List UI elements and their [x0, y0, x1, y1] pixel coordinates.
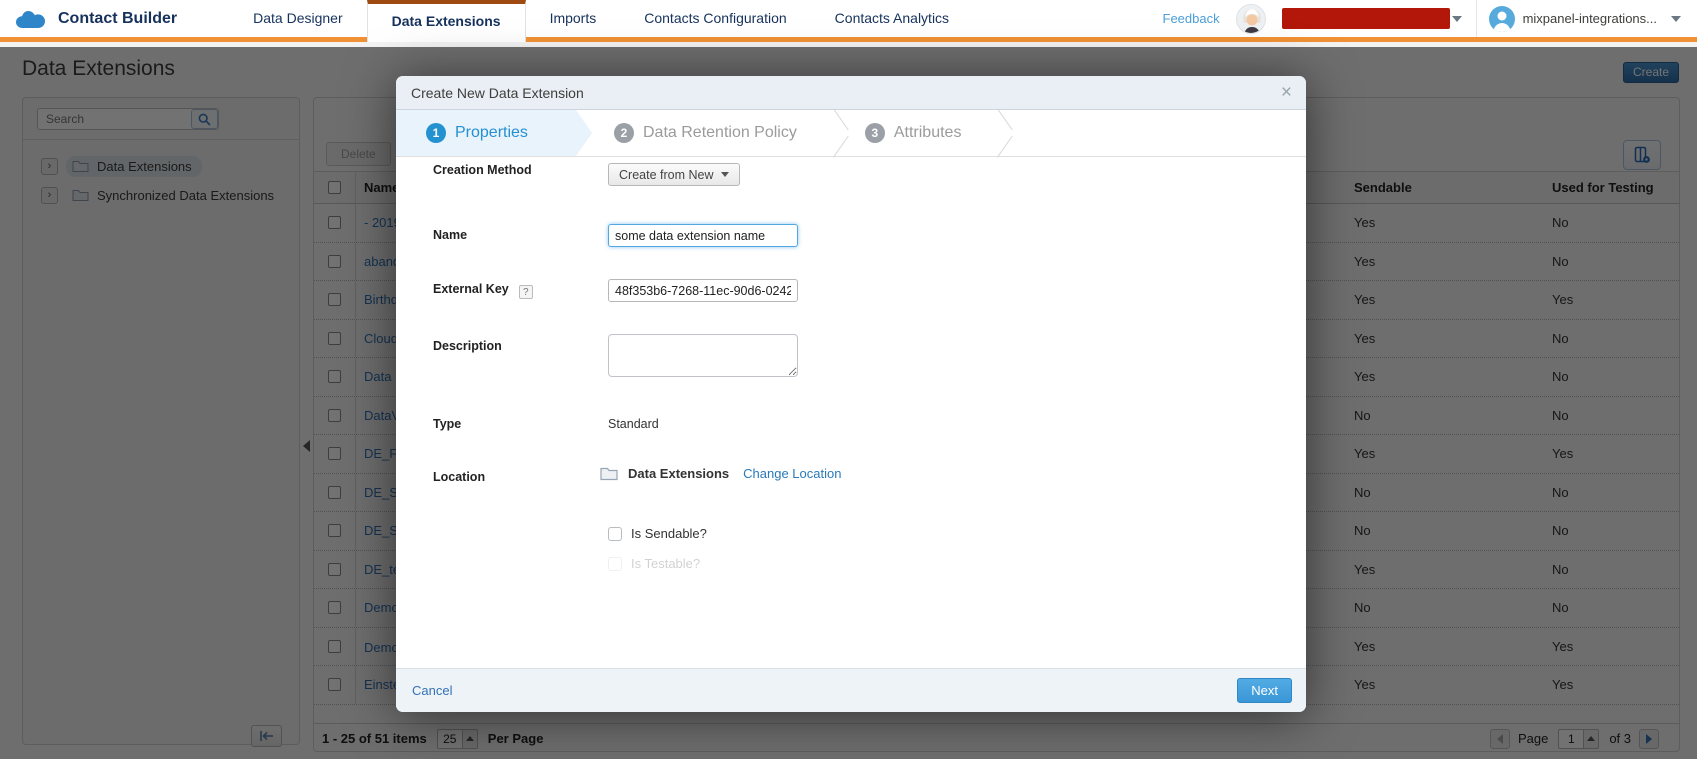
location-row: Data Extensions Change Location: [600, 466, 841, 481]
step-number-badge: 1: [426, 123, 446, 143]
step-attributes[interactable]: 3 Attributes: [843, 110, 990, 156]
nav-item-data-designer[interactable]: Data Designer: [229, 0, 367, 37]
step-label: Properties: [455, 124, 528, 142]
nav-right-cluster: Feedback mixpanel-integrations...: [1163, 0, 1697, 37]
is-testable-checkbox: [608, 557, 622, 571]
top-nav: Contact Builder Data Designer Data Exten…: [0, 0, 1697, 42]
description-label: Description: [433, 339, 502, 353]
redacted-account-badge[interactable]: [1282, 8, 1450, 29]
is-testable-row: Is Testable?: [608, 556, 700, 571]
step-label: Data Retention Policy: [643, 124, 797, 142]
description-textarea[interactable]: [608, 334, 798, 377]
nav-item-contacts-configuration[interactable]: Contacts Configuration: [620, 0, 810, 37]
next-button[interactable]: Next: [1237, 678, 1292, 703]
is-sendable-row: Is Sendable?: [608, 526, 707, 541]
user-avatar-icon[interactable]: [1489, 6, 1515, 32]
creation-method-label: Creation Method: [433, 163, 532, 177]
close-icon[interactable]: ×: [1281, 83, 1292, 102]
name-input[interactable]: [608, 224, 798, 247]
external-key-label-text: External Key: [433, 282, 509, 296]
help-icon[interactable]: ?: [519, 285, 533, 299]
nav-item-data-extensions[interactable]: Data Extensions: [367, 0, 526, 42]
external-key-label: External Key?: [433, 282, 533, 299]
step-number-badge: 2: [614, 123, 634, 143]
wizard-steps: 1 Properties 2 Data Retention Policy 3 A…: [396, 110, 1306, 157]
folder-icon: [600, 467, 618, 481]
type-label: Type: [433, 417, 461, 431]
app-title: Contact Builder: [58, 10, 177, 28]
modal-title: Create New Data Extension: [411, 85, 584, 101]
external-key-input[interactable]: [608, 279, 798, 302]
create-data-extension-modal: Create New Data Extension × 1 Properties…: [396, 76, 1306, 712]
feedback-link[interactable]: Feedback: [1163, 11, 1220, 26]
creation-method-dropdown[interactable]: Create from New: [608, 163, 740, 186]
einstein-avatar[interactable]: [1236, 4, 1266, 34]
nav-item-imports[interactable]: Imports: [526, 0, 621, 37]
type-value: Standard: [608, 417, 659, 431]
modal-header: Create New Data Extension ×: [396, 76, 1306, 110]
step-data-retention-policy[interactable]: 2 Data Retention Policy: [592, 110, 825, 156]
creation-method-value: Create from New: [619, 168, 713, 182]
step-chevron-divider: [825, 110, 843, 156]
brand: Contact Builder: [14, 7, 177, 31]
account-caret-icon[interactable]: [1452, 16, 1462, 22]
cancel-link[interactable]: Cancel: [412, 683, 452, 698]
name-label: Name: [433, 228, 467, 242]
nav-item-contacts-analytics[interactable]: Contacts Analytics: [811, 0, 973, 37]
step-label: Attributes: [894, 124, 962, 142]
location-label: Location: [433, 470, 485, 484]
modal-footer: Cancel Next: [396, 668, 1306, 712]
step-number-badge: 3: [865, 123, 885, 143]
user-menu-caret-icon[interactable]: [1671, 16, 1681, 22]
is-sendable-label: Is Sendable?: [631, 526, 707, 541]
step-properties[interactable]: 1 Properties: [396, 110, 592, 156]
nav-divider: [1476, 0, 1477, 37]
location-value: Data Extensions: [628, 466, 729, 481]
user-name[interactable]: mixpanel-integrations...: [1523, 11, 1657, 26]
dropdown-caret-icon: [721, 172, 729, 177]
is-testable-label: Is Testable?: [631, 556, 700, 571]
salesforce-cloud-logo-icon: [14, 7, 48, 31]
is-sendable-checkbox[interactable]: [608, 527, 622, 541]
step-chevron-divider: [989, 110, 1007, 156]
change-location-link[interactable]: Change Location: [743, 466, 841, 481]
